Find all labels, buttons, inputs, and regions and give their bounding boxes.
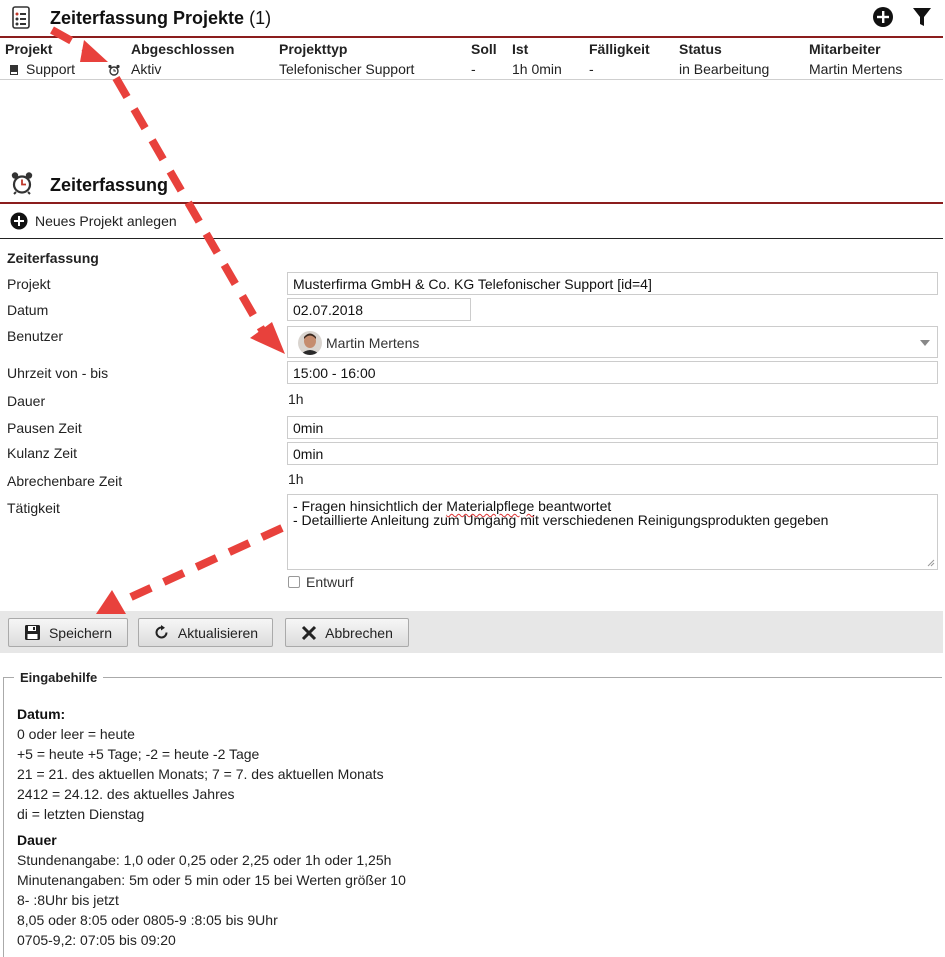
chevron-down-icon[interactable]: [920, 340, 930, 346]
cell-mitarbeiter: Martin Mertens: [809, 61, 903, 77]
form-title: Zeiterfassung: [7, 250, 99, 266]
kulanz-field[interactable]: 0min: [287, 442, 938, 465]
label-dauer: Dauer: [7, 393, 46, 409]
abrechenbar-value: 1h: [288, 471, 304, 487]
draft-checkbox-row[interactable]: Entwurf: [288, 574, 353, 590]
alarm-clock-icon: [108, 63, 120, 79]
col-mitarbeiter[interactable]: Mitarbeiter: [809, 41, 881, 57]
help-datum-title: Datum:: [17, 706, 66, 722]
section-divider: [0, 202, 943, 204]
floppy-disk-icon: [24, 625, 40, 640]
help-dauer-title: Dauer: [17, 832, 57, 848]
help-dauer-line: 0705-9,2: 07:05 bis 09:20: [17, 932, 176, 948]
help-dauer-line: Stundenangabe: 1,0 oder 0,25 oder 2,25 o…: [17, 852, 392, 868]
refresh-icon: [155, 625, 168, 639]
label-benutzer: Benutzer: [7, 328, 64, 344]
add-circle-icon[interactable]: [872, 6, 894, 28]
cell-status: in Bearbeitung: [679, 61, 770, 77]
cancel-label: Abbrechen: [325, 624, 393, 641]
col-status[interactable]: Status: [679, 41, 722, 57]
col-abgeschlossen[interactable]: Abgeschlossen: [131, 41, 234, 57]
col-projekttyp[interactable]: Projekttyp: [279, 41, 347, 57]
help-datum-line: 2412 = 24.12. des aktuelles Jahres: [17, 786, 235, 802]
label-pausen: Pausen Zeit: [7, 420, 82, 436]
draft-label: Entwurf: [306, 574, 354, 590]
help-datum-line: di = letzten Dienstag: [17, 806, 145, 822]
cell-faelligkeit: -: [589, 61, 594, 77]
label-uhrzeit: Uhrzeit von - bis: [7, 365, 109, 381]
help-datum-line: 0 oder leer = heute: [17, 726, 135, 742]
close-icon: [302, 625, 317, 640]
save-button[interactable]: Speichern: [8, 618, 128, 647]
cell-abgeschlossen: Aktiv: [131, 61, 162, 77]
label-taetigkeit: Tätigkeit: [7, 500, 60, 516]
cancel-button[interactable]: Abbrechen: [285, 618, 409, 647]
arrow-to-save: [118, 524, 284, 606]
help-legend: Eingabehilfe: [14, 670, 104, 685]
help-datum-line: 21 = 21. des aktuellen Monats; 7 = 7. de…: [17, 766, 384, 782]
refresh-label: Aktualisieren: [177, 624, 259, 641]
arrowhead: [250, 322, 285, 354]
help-datum-line: +5 = heute +5 Tage; -2 = heute -2 Tage: [17, 746, 260, 762]
arrow-to-time: [112, 75, 266, 333]
resize-handle-icon[interactable]: [927, 559, 935, 567]
label-projekt: Projekt: [7, 276, 51, 292]
page-title-text: Zeiterfassung Projekte: [50, 8, 245, 28]
cell-ist: 1h 0min: [512, 61, 562, 77]
new-project-label: Neues Projekt anlegen: [35, 213, 177, 229]
table-header: Projekt Abgeschlossen Projekttyp Soll Is…: [0, 39, 943, 59]
col-faelligkeit[interactable]: Fälligkeit: [589, 41, 650, 57]
refresh-button[interactable]: Aktualisieren: [138, 618, 273, 647]
pausen-field[interactable]: 0min: [287, 416, 938, 439]
add-circle-icon: [10, 212, 28, 230]
taetigkeit-line-2: - Detaillierte Anleitung zum Umgang mit …: [293, 512, 829, 528]
project-count: (1): [249, 8, 272, 28]
section-title: Zeiterfassung: [50, 175, 169, 195]
col-soll[interactable]: Soll: [471, 41, 497, 57]
document-icon: [12, 6, 30, 29]
help-dauer-line: Minutenangaben: 5m oder 5 min oder 15 be…: [17, 872, 406, 888]
help-dauer-line: 8- :8Uhr bis jetzt: [17, 892, 119, 908]
label-datum: Datum: [7, 302, 49, 318]
dauer-value: 1h: [288, 391, 304, 407]
table-row[interactable]: Support Aktiv Telefonischer Support - 1h…: [0, 59, 943, 80]
col-projekt[interactable]: Projekt: [5, 41, 52, 57]
alarm-clock-icon: [11, 172, 33, 195]
filter-icon[interactable]: [911, 6, 933, 28]
help-dauer-line: 8,05 oder 8:05 oder 0805-9 :8:05 bis 9Uh…: [17, 912, 278, 928]
taetigkeit-line-1: - Fragen hinsichtlich der Materialpflege…: [293, 498, 612, 514]
cell-projekt[interactable]: Support: [26, 61, 75, 77]
col-ist[interactable]: Ist: [512, 41, 528, 57]
taetigkeit-textarea[interactable]: - Fragen hinsichtlich der Materialpflege…: [287, 494, 938, 570]
benutzer-select[interactable]: Martin Mertens: [287, 326, 938, 358]
avatar: [298, 331, 322, 355]
form-divider: [0, 238, 943, 239]
header-divider: [0, 36, 943, 38]
datum-field[interactable]: 02.07.2018: [287, 298, 471, 321]
save-label: Speichern: [48, 624, 113, 641]
label-kulanz: Kulanz Zeit: [7, 445, 78, 461]
cell-soll: -: [471, 61, 476, 77]
label-abrechenbar: Abrechenbare Zeit: [7, 473, 123, 489]
uhrzeit-field[interactable]: 15:00 - 16:00: [287, 361, 938, 384]
page-title: Zeiterfassung Projekte (1): [50, 8, 271, 29]
draft-checkbox[interactable]: [288, 576, 300, 588]
cell-projekttyp: Telefonischer Support: [279, 61, 415, 77]
benutzer-value: Martin Mertens: [326, 335, 420, 351]
book-icon: [9, 63, 19, 79]
projekt-field[interactable]: Musterfirma GmbH & Co. KG Telefonischer …: [287, 272, 938, 295]
new-project-button[interactable]: Neues Projekt anlegen: [10, 211, 177, 231]
